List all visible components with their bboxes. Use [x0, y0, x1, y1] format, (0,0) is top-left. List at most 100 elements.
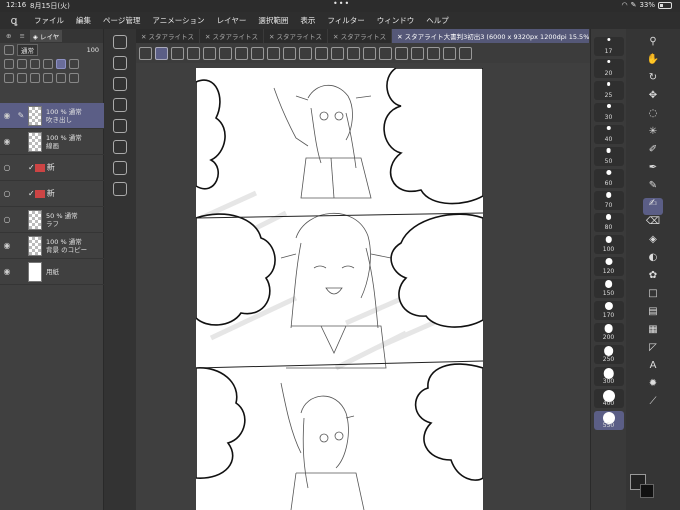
text-icon[interactable]: A [643, 360, 663, 377]
opacity-value[interactable]: 100 [87, 46, 99, 54]
open-file-icon[interactable] [379, 46, 392, 60]
tab-navigator-icon[interactable]: ⊕ [3, 31, 14, 41]
layer-row[interactable]: ◉ 用紙 [0, 259, 104, 285]
eraser-icon[interactable]: ⌫ [643, 216, 663, 233]
balloon-icon[interactable]: ✹ [643, 378, 663, 395]
close-tab-icon[interactable]: ✕ [141, 33, 149, 41]
brush-size-item[interactable]: 50 [593, 147, 624, 166]
brush-size-item[interactable]: 550 [593, 411, 624, 430]
menu-view[interactable]: 表示 [294, 15, 321, 26]
hand-icon[interactable]: ✋ [643, 54, 663, 71]
sub-color-swatch[interactable] [640, 484, 654, 498]
brush-size-item[interactable]: 60 [593, 169, 624, 188]
shape-icon[interactable]: □ [643, 288, 663, 305]
menu-help[interactable]: ヘルプ [420, 15, 455, 26]
merge-icon[interactable] [43, 73, 53, 83]
visibility-eye-icon[interactable]: ○ [0, 189, 14, 198]
quick-access-icon[interactable] [113, 35, 127, 49]
close-tab-icon[interactable]: ✕ [333, 33, 341, 41]
brush-size-item[interactable]: 40 [593, 125, 624, 144]
brush-size-item[interactable]: 20 [593, 59, 624, 78]
new-folder-icon[interactable] [30, 73, 40, 83]
document-tab[interactable]: ✕ スタアライトス [328, 29, 393, 43]
gradient-icon[interactable]: ▤ [643, 306, 663, 323]
brush-size-item[interactable]: 25 [593, 81, 624, 100]
menu-filter[interactable]: フィルター [321, 15, 370, 26]
redo-icon[interactable] [427, 46, 440, 60]
flip-icon[interactable] [235, 46, 248, 60]
brush-size-item[interactable]: 70 [593, 191, 624, 210]
color-set-icon[interactable] [459, 46, 472, 60]
brush-size-item[interactable]: 30 [593, 103, 624, 122]
multitasking-dots[interactable]: ••• [333, 0, 350, 8]
menu-window[interactable]: ウィンドウ [371, 15, 421, 26]
undo-icon[interactable] [411, 46, 424, 60]
save-icon[interactable] [395, 46, 408, 60]
delete-layer-icon[interactable] [69, 73, 79, 83]
visibility-eye-icon[interactable]: ◉ [0, 137, 14, 146]
grid-icon[interactable] [267, 46, 280, 60]
sub-view-icon[interactable] [113, 77, 127, 91]
menu-toggle-icon[interactable] [139, 46, 152, 60]
tab-properties-icon[interactable]: ≡ [16, 31, 27, 41]
menu-selection[interactable]: 選択範囲 [252, 15, 294, 26]
frame-icon[interactable]: ▦ [643, 324, 663, 341]
menu-animation[interactable]: アニメーション [146, 15, 210, 26]
app-logo-icon[interactable]: ꝗ [0, 14, 28, 27]
pencil-icon[interactable]: ✎ [643, 180, 663, 197]
new-vector-icon[interactable] [17, 73, 27, 83]
close-tab-icon[interactable]: ✕ [205, 33, 213, 41]
pen-icon[interactable]: ✒ [643, 162, 663, 179]
fit-icon[interactable] [187, 46, 200, 60]
menu-file[interactable]: ファイル [28, 15, 70, 26]
brush-size-item[interactable]: 17 [593, 37, 624, 56]
history-icon[interactable] [113, 98, 127, 112]
eyedropper-icon[interactable]: ✐ [643, 144, 663, 161]
document-tab[interactable]: ✕ スタアライト大書判3初出3 (6000 x 9320px 1200dpi 1… [392, 29, 590, 43]
reference-icon[interactable] [30, 59, 40, 69]
brush-size-item[interactable]: 170 [593, 301, 624, 320]
brush-size-item[interactable]: 100 [593, 235, 624, 254]
edit-target-icon[interactable]: ✎ [14, 111, 28, 120]
timeline-icon[interactable] [113, 182, 127, 196]
new-layer-icon[interactable] [4, 73, 14, 83]
visibility-eye-icon[interactable]: ○ [0, 163, 14, 172]
menu-edit[interactable]: 編集 [70, 15, 97, 26]
draft-icon[interactable] [43, 59, 53, 69]
deselect-icon[interactable] [299, 46, 312, 60]
visibility-eye-icon[interactable]: ◉ [0, 241, 14, 250]
fill-icon[interactable]: ◈ [643, 234, 663, 251]
manga-page[interactable] [196, 68, 483, 510]
correct-line-icon[interactable]: ⟋ [643, 396, 663, 413]
menu-layer[interactable]: レイヤー [211, 15, 253, 26]
snap-icon[interactable] [251, 46, 264, 60]
layer-row[interactable]: ○ 50 % 通常 ラフ [0, 207, 104, 233]
layer-search-icon[interactable] [113, 140, 127, 154]
layer-row[interactable]: ◉ ✎ 100 % 通常 吹き出し [0, 103, 104, 129]
ruler-icon[interactable]: ◸ [643, 342, 663, 359]
blend-mode-select[interactable]: 通常 [17, 44, 38, 56]
brush-size-item[interactable]: 300 [593, 367, 624, 386]
brush-icon[interactable]: ✍ [643, 198, 663, 215]
visibility-eye-icon[interactable]: ◉ [0, 111, 14, 120]
layer-row[interactable]: ◉ 100 % 通常 線画 [0, 129, 104, 155]
zoom-icon[interactable] [203, 46, 216, 60]
transform-icon[interactable] [347, 46, 360, 60]
rotate-icon[interactable]: ↻ [643, 72, 663, 89]
new-file-icon[interactable] [363, 46, 376, 60]
ruler-toggle-icon[interactable] [283, 46, 296, 60]
nav-icon[interactable] [171, 46, 184, 60]
close-tab-icon[interactable]: ✕ [269, 33, 277, 41]
layer-color-icon[interactable] [4, 45, 14, 55]
auto-action-icon[interactable] [113, 119, 127, 133]
mask-icon[interactable] [56, 59, 66, 69]
move-icon[interactable]: ✥ [643, 90, 663, 107]
layer-row[interactable]: ○ ✓ 新 [0, 155, 104, 181]
settings-icon[interactable] [443, 46, 456, 60]
duplicate-icon[interactable] [56, 73, 66, 83]
layer-row[interactable]: ○ ✓ 新 [0, 181, 104, 207]
visibility-eye-icon[interactable]: ◉ [0, 267, 14, 276]
wand-icon[interactable]: ✳ [643, 126, 663, 143]
menu-page[interactable]: ページ管理 [97, 15, 146, 26]
document-tab[interactable]: ✕ スタアライトス [136, 29, 201, 43]
